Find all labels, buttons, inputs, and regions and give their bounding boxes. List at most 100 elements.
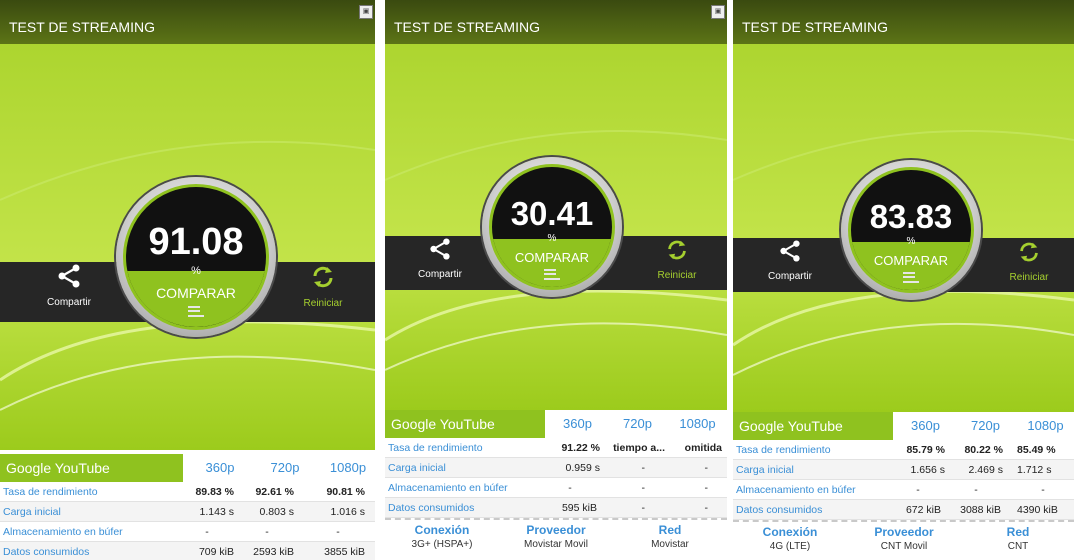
- table-row: Carga inicial 1.656 s 2.469 s 1.712 s: [733, 460, 1074, 480]
- title-bar: TEST DE STREAMING: [385, 0, 727, 44]
- cell: 90.81 %: [326, 486, 365, 498]
- window-icon[interactable]: ▣: [711, 5, 725, 19]
- restart-button[interactable]: Reiniciar: [642, 238, 712, 281]
- row-label: Carga inicial: [388, 462, 446, 474]
- share-button[interactable]: Compartir: [755, 240, 825, 282]
- app-title: TEST DE STREAMING: [394, 19, 540, 35]
- score-value: 83.83: [869, 198, 953, 235]
- network-header: Red: [658, 523, 682, 537]
- title-bar: TEST DE STREAMING: [0, 0, 375, 44]
- score-value: 91.08: [148, 221, 244, 263]
- col-1080p: 1080p: [1027, 418, 1064, 433]
- col-720p: 720p: [270, 460, 300, 475]
- network-value: CNT: [1007, 541, 1029, 552]
- table-header: Google YouTube 360p 720p 1080p: [733, 412, 1074, 440]
- cell: 709 kiB: [198, 546, 234, 558]
- refresh-icon: [668, 240, 686, 260]
- panel-3: TEST DE STREAMING Compartir Reiniciar 83…: [733, 0, 1074, 560]
- cell: 3855 kiB: [324, 546, 365, 558]
- cell: 1.016 s: [330, 506, 365, 518]
- results-table: Google YouTube 360p 720p 1080p Tasa de r…: [385, 410, 727, 518]
- row-label: Tasa de rendimiento: [3, 486, 98, 498]
- share-icon: [780, 240, 800, 262]
- compare-icon: [544, 268, 560, 280]
- connection-header: Conexión: [762, 525, 818, 539]
- cell: -: [336, 526, 340, 538]
- table-row: Datos consumidos 672 kiB 3088 kiB 4390 k…: [733, 500, 1074, 520]
- restart-button[interactable]: Reiniciar: [288, 264, 358, 309]
- share-label: Compartir: [47, 297, 91, 308]
- table-row: Datos consumidos 595 kiB - -: [385, 498, 727, 518]
- share-label: Compartir: [768, 271, 812, 282]
- cell: 2.469 s: [968, 464, 1003, 476]
- share-button[interactable]: Compartir: [405, 238, 475, 280]
- connection-info: Conexión 4G (LTE) Proveedor CNT Movil Re…: [733, 520, 1074, 560]
- row-label: Carga inicial: [3, 506, 61, 518]
- network-value: Movistar: [651, 539, 689, 550]
- restart-label: Reiniciar: [303, 298, 343, 309]
- row-label: Almacenamiento en búfer: [3, 526, 123, 538]
- table-row: Tasa de rendimiento 85.79 % 80.22 % 85.4…: [733, 440, 1074, 460]
- cell: -: [568, 482, 572, 494]
- panel-1: TEST DE STREAMING ▣ Compartir Reiniciar …: [0, 0, 375, 560]
- compare-button[interactable]: COMPARAR: [126, 285, 266, 301]
- cell: -: [704, 502, 709, 514]
- score-dial: 91.08 % COMPARAR: [116, 177, 276, 337]
- restart-label: Reiniciar: [657, 270, 697, 281]
- compare-button[interactable]: COMPARAR: [851, 253, 971, 268]
- cell: -: [916, 484, 920, 496]
- row-label: Datos consumidos: [3, 546, 90, 558]
- row-label: Datos consumidos: [388, 502, 475, 514]
- cell: 0.959 s: [565, 462, 600, 474]
- row-label: Tasa de rendimiento: [388, 442, 483, 454]
- cell: -: [704, 482, 709, 494]
- share-button[interactable]: Compartir: [34, 264, 104, 308]
- provider-header: Proveedor: [526, 523, 586, 537]
- cell: 1.143 s: [199, 506, 234, 518]
- cell: 80.22 %: [964, 444, 1003, 456]
- row-label: Almacenamiento en búfer: [736, 484, 856, 496]
- col-1080p: 1080p: [329, 460, 367, 475]
- row-label: Datos consumidos: [736, 504, 823, 516]
- col-360p: 360p: [563, 416, 592, 431]
- row-label: Carga inicial: [736, 464, 794, 476]
- share-label: Compartir: [418, 269, 462, 280]
- table-row: Tasa de rendimiento 89.83 % 92.61 % 90.8…: [0, 482, 375, 502]
- cell: 92.61 %: [255, 486, 294, 498]
- cell: -: [974, 484, 978, 496]
- table-row: Almacenamiento en búfer - - -: [733, 480, 1074, 500]
- percent-sign: %: [547, 233, 557, 244]
- row-label: Almacenamiento en búfer: [388, 482, 508, 494]
- col-720p: 720p: [971, 418, 1000, 433]
- connection-value: 4G (LTE): [769, 541, 811, 552]
- cell: -: [1041, 484, 1045, 496]
- table-row: Datos consumidos 709 kiB 2593 kiB 3855 k…: [0, 542, 375, 560]
- cell: 595 kiB: [561, 502, 597, 514]
- connection-value: 3G+ (HSPA+): [411, 539, 473, 550]
- table-row: Carga inicial 0.959 s - -: [385, 458, 727, 478]
- compare-icon: [188, 305, 204, 317]
- cell: 85.49 %: [1017, 444, 1056, 456]
- service-name: Google YouTube: [733, 412, 893, 440]
- cell: 0.803 s: [259, 506, 294, 518]
- row-label: Tasa de rendimiento: [736, 444, 831, 456]
- compare-button[interactable]: COMPARAR: [492, 250, 612, 265]
- cell: -: [205, 526, 209, 538]
- restart-button[interactable]: Reiniciar: [994, 240, 1064, 283]
- app-title: TEST DE STREAMING: [9, 19, 155, 35]
- restart-label: Reiniciar: [1009, 272, 1049, 283]
- score-dial: 30.41 % COMPARAR: [482, 157, 622, 297]
- table-row: Carga inicial 1.143 s 0.803 s 1.016 s: [0, 502, 375, 522]
- table-row: Tasa de rendimiento 91.22 % tiempo a... …: [385, 438, 727, 458]
- provider-value: Movistar Movil: [524, 539, 588, 550]
- cell: -: [641, 462, 646, 474]
- window-icon[interactable]: ▣: [359, 5, 373, 19]
- service-name: Google YouTube: [385, 410, 545, 438]
- cell: -: [641, 482, 646, 494]
- col-1080p: 1080p: [679, 416, 716, 431]
- service-name: Google YouTube: [0, 454, 183, 482]
- share-icon: [430, 238, 450, 260]
- refresh-icon: [313, 266, 333, 288]
- table-row: Almacenamiento en búfer - - -: [0, 522, 375, 542]
- provider-header: Proveedor: [874, 525, 934, 539]
